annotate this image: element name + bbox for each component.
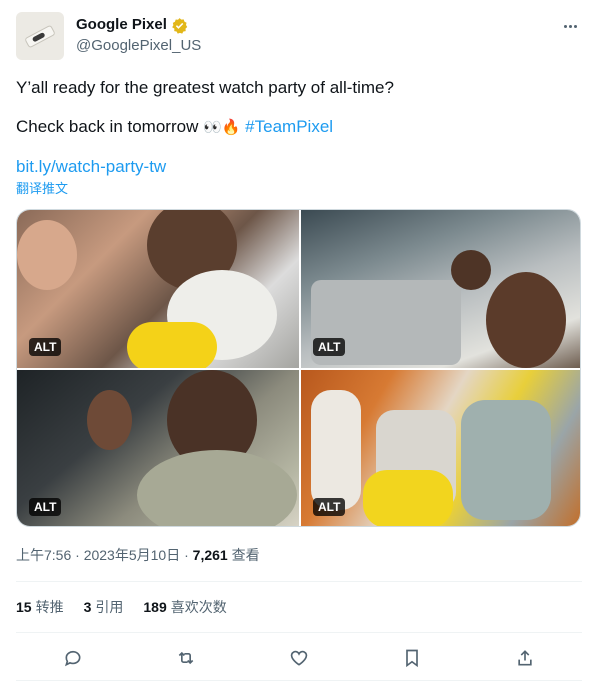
alt-badge[interactable]: ALT — [29, 498, 62, 516]
translate-tweet-link[interactable]: 翻译推文 — [16, 180, 68, 197]
meta-separator: · — [180, 547, 193, 563]
tweet-stats: 15 转推 3 引用 189 喜欢次数 — [16, 598, 227, 616]
divider — [16, 581, 582, 582]
tweet-text-line2: Check back in tomorrow 👀🔥 #TeamPixel — [16, 116, 333, 138]
pixel-phone-avatar — [24, 24, 56, 49]
divider — [16, 632, 582, 633]
photo-1[interactable]: ALT — [17, 210, 299, 368]
bookmark-icon[interactable] — [398, 644, 426, 672]
media-grid: ALT ALT ALT ALT — [16, 209, 581, 527]
views-label: 查看 — [231, 547, 260, 563]
retweet-icon[interactable] — [172, 644, 200, 672]
alt-badge[interactable]: ALT — [313, 338, 346, 356]
likes-stat[interactable]: 189 喜欢次数 — [143, 598, 226, 616]
photo-2[interactable]: ALT — [301, 210, 580, 368]
photo-4[interactable]: ALT — [301, 370, 580, 526]
tweet-time[interactable]: 上午7:56 — [16, 547, 71, 563]
author-handle[interactable]: @GooglePixel_US — [76, 36, 201, 56]
action-bar — [16, 644, 582, 672]
tweet-meta: 上午7:56 · 2023年5月10日 · 7,261 查看 — [16, 546, 260, 564]
watch-party-link[interactable]: bit.ly/watch-party-tw — [16, 156, 166, 178]
meta-separator: · — [71, 547, 84, 563]
hashtag-link[interactable]: #TeamPixel — [245, 117, 333, 136]
reply-icon[interactable] — [59, 644, 87, 672]
more-options-icon[interactable] — [558, 14, 582, 38]
eyes-fire-emoji: 👀🔥 — [203, 118, 241, 136]
quotes-stat[interactable]: 3 引用 — [84, 598, 124, 616]
share-icon[interactable] — [511, 644, 539, 672]
name-row: Google Pixel — [76, 15, 188, 35]
photo-3[interactable]: ALT — [17, 370, 299, 526]
alt-badge[interactable]: ALT — [29, 338, 62, 356]
display-name[interactable]: Google Pixel — [76, 15, 167, 35]
views-count: 7,261 — [192, 547, 228, 563]
tweet-date[interactable]: 2023年5月10日 — [84, 547, 181, 563]
tweet-text-line1: Y’all ready for the greatest watch party… — [16, 78, 394, 97]
like-icon[interactable] — [285, 644, 313, 672]
retweets-stat[interactable]: 15 转推 — [16, 598, 64, 616]
alt-badge[interactable]: ALT — [313, 498, 346, 516]
avatar[interactable] — [16, 12, 64, 60]
verified-badge-icon[interactable] — [171, 17, 188, 34]
tweet-text: Check back in tomorrow — [16, 117, 204, 136]
